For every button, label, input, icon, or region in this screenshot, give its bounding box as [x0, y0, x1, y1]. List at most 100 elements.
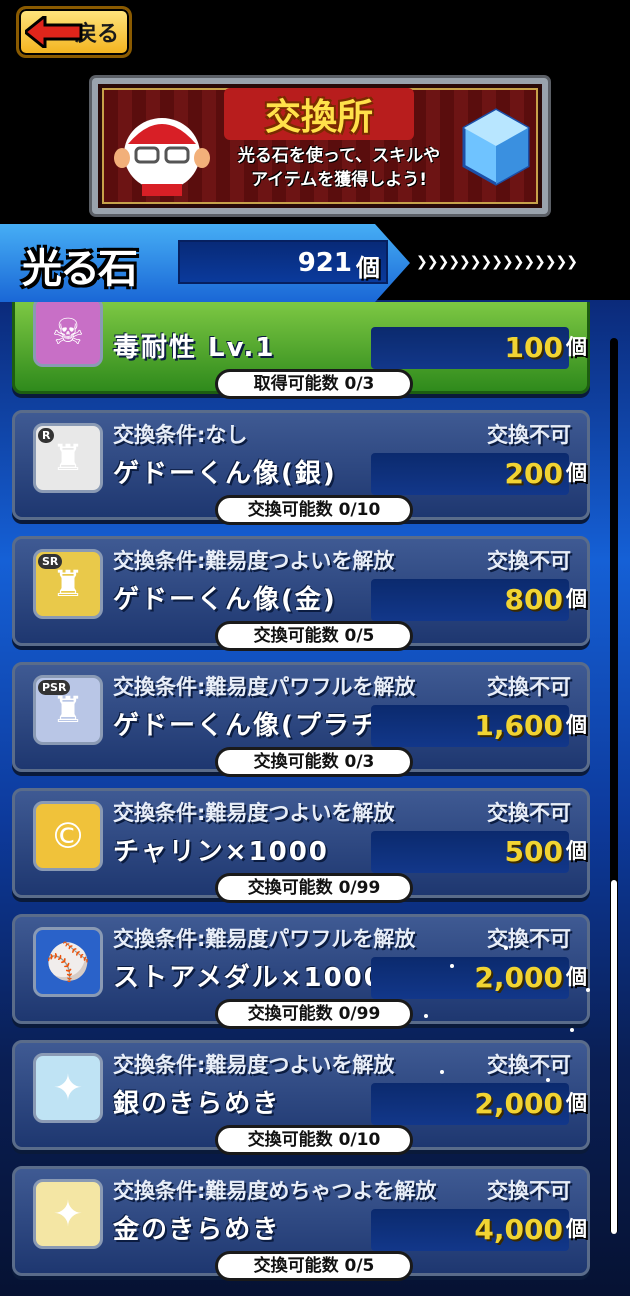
exchange-status: 交換不可 — [487, 801, 571, 825]
banner-title: 交換所 — [224, 88, 414, 140]
thumb-glyph: © — [50, 815, 86, 857]
sparkle — [424, 1014, 428, 1018]
rarity-tag: PSR — [38, 680, 71, 695]
exchange-list[interactable]: ☠ 毒耐性 Lv.1 100 個 取得可能数 0/3 R ♜ 交換条件:なし 交… — [0, 302, 600, 1296]
price-unit: 個 — [566, 1217, 587, 1241]
item-name: ゲドーくん像(銀) — [113, 459, 337, 489]
item-name: ストアメダル×1000 — [113, 963, 384, 993]
item-price: 100 — [504, 331, 563, 364]
sparkle — [546, 1078, 550, 1082]
skull-crossbones-icon: ☠ — [33, 302, 103, 367]
exchange-item-card[interactable]: R ♜ 交換条件:なし 交換不可 ゲドーくん像(銀) 200 個 交換可能数 0… — [12, 410, 590, 525]
item-name: 毒耐性 Lv.1 — [113, 333, 276, 363]
exchange-item-card[interactable]: © 交換条件:難易度つよいを解放 交換不可 チャリン×1000 500 個 交換… — [12, 788, 590, 903]
item-name: 銀のきらめき — [113, 1089, 281, 1119]
exchange-item-card[interactable]: PSR ♜ 交換条件:難易度パワフルを解放 交換不可 ゲドーくん像(プラチナ) … — [12, 662, 590, 777]
exchange-limit-badge: 交換可能数 0/5 — [215, 1251, 413, 1281]
exchange-condition: 交換条件:難易度パワフルを解放 — [113, 927, 416, 951]
exchange-limit-badge: 交換可能数 0/3 — [215, 747, 413, 777]
exchange-status: 交換不可 — [487, 549, 571, 573]
price-unit: 個 — [566, 335, 587, 359]
price-unit: 個 — [566, 965, 587, 989]
item-price: 800 — [504, 583, 563, 616]
exchange-limit-badge: 交換可能数 0/99 — [215, 873, 413, 903]
exchange-condition: 交換条件:難易度パワフルを解放 — [113, 675, 416, 699]
back-button[interactable]: 戻る — [16, 6, 132, 58]
item-price: 1,600 — [474, 709, 563, 742]
price-box: 1,600 — [371, 705, 569, 747]
exchange-status: 交換不可 — [487, 1053, 571, 1077]
banner-subtitle-line2: アイテムを獲得しよう! — [250, 170, 428, 190]
exchange-item-card[interactable]: ✦ 交換条件:難易度めちゃつよを解放 交換不可 金のきらめき 4,000 個 交… — [12, 1166, 590, 1281]
exchange-limit-badge: 交換可能数 0/10 — [215, 495, 413, 525]
rarity-tag: SR — [38, 554, 63, 569]
price-unit: 個 — [566, 713, 587, 737]
gold-kirameki-icon: ✦ — [33, 1179, 103, 1249]
thumb-glyph: ☠ — [51, 311, 85, 353]
exchange-condition: 交換条件:難易度めちゃつよを解放 — [113, 1179, 437, 1203]
currency-label: 光る石 — [22, 246, 138, 292]
currency-amount: 921 — [297, 248, 352, 278]
exchange-item-card[interactable]: ☠ 毒耐性 Lv.1 100 個 取得可能数 0/3 — [12, 302, 590, 399]
price-unit: 個 — [566, 587, 587, 611]
exchange-item-card[interactable]: ✦ 交換条件:難易度つよいを解放 交換不可 銀のきらめき 2,000 個 交換可… — [12, 1040, 590, 1155]
sparkle — [440, 1070, 444, 1074]
price-box: 4,000 — [371, 1209, 569, 1251]
price-unit: 個 — [566, 461, 587, 485]
price-box: 200 — [371, 453, 569, 495]
price-box: 800 — [371, 579, 569, 621]
exchange-banner: 交換所 光る石を使って、スキルや アイテムを獲得しよう! — [92, 78, 548, 214]
sparkle — [504, 946, 508, 950]
exchange-condition: 交換条件:難易度つよいを解放 — [113, 801, 395, 825]
exchange-item-card[interactable]: SR ♜ 交換条件:難易度つよいを解放 交換不可 ゲドーくん像(金) 800 個… — [12, 536, 590, 651]
thumb-glyph: ✦ — [52, 1067, 84, 1109]
gedo-statue-gold-icon: SR ♜ — [33, 549, 103, 619]
exchange-status: 交換不可 — [487, 927, 571, 951]
item-price: 200 — [504, 457, 563, 490]
silver-kirameki-icon: ✦ — [33, 1053, 103, 1123]
banner-subtitle-line1: 光る石を使って、スキルや — [237, 146, 441, 166]
exchange-status: 交換不可 — [487, 1179, 571, 1203]
thumb-glyph: ♜ — [51, 437, 85, 479]
thumb-glyph: ♜ — [51, 689, 85, 731]
exchange-limit-badge: 取得可能数 0/3 — [215, 369, 413, 399]
exchange-condition: 交換条件:なし — [113, 423, 248, 447]
item-name: ゲドーくん像(金) — [113, 585, 337, 615]
item-price: 4,000 — [474, 1213, 563, 1246]
banner-subtitle: 光る石を使って、スキルや アイテムを獲得しよう! — [204, 144, 474, 192]
mascot-icon — [114, 118, 210, 196]
thumb-glyph: ⚾ — [45, 942, 91, 983]
item-price: 2,000 — [474, 1087, 563, 1120]
charin-coin-icon: © — [33, 801, 103, 871]
price-box: 100 — [371, 327, 569, 369]
exchange-limit-badge: 交換可能数 0/99 — [215, 999, 413, 1029]
currency-bar: 光る石 921 個 ❯❯❯❯❯❯❯❯❯❯❯❯❯❯❯ — [0, 224, 630, 302]
sparkle — [450, 964, 454, 968]
exchange-item-card[interactable]: ⚾ 交換条件:難易度パワフルを解放 交換不可 ストアメダル×1000 2,000… — [12, 914, 590, 1029]
sparkle — [586, 988, 590, 992]
price-unit: 個 — [566, 839, 587, 863]
price-unit: 個 — [566, 1091, 587, 1115]
item-name: 金のきらめき — [113, 1215, 281, 1245]
thumb-glyph: ✦ — [52, 1193, 84, 1235]
gedo-statue-silver-icon: R ♜ — [33, 423, 103, 493]
exchange-status: 交換不可 — [487, 423, 571, 447]
item-price: 500 — [504, 835, 563, 868]
scrollbar-thumb[interactable] — [611, 880, 617, 1234]
item-name: チャリン×1000 — [113, 837, 329, 867]
price-box: 2,000 — [371, 957, 569, 999]
crystal-icon — [462, 108, 530, 186]
exchange-status: 交換不可 — [487, 675, 571, 699]
banner-panel: 交換所 光る石を使って、スキルや アイテムを獲得しよう! — [102, 88, 538, 204]
exchange-limit-badge: 交換可能数 0/10 — [215, 1125, 413, 1155]
gedo-statue-platinum-icon: PSR ♜ — [33, 675, 103, 745]
currency-count-box: 921 個 — [178, 240, 388, 284]
item-price: 2,000 — [474, 961, 563, 994]
currency-unit: 個 — [356, 254, 380, 282]
exchange-condition: 交換条件:難易度つよいを解放 — [113, 549, 395, 573]
price-box: 500 — [371, 831, 569, 873]
sparkle — [570, 1028, 574, 1032]
chevron-strip: ❯❯❯❯❯❯❯❯❯❯❯❯❯❯❯ — [416, 254, 578, 270]
price-box: 2,000 — [371, 1083, 569, 1125]
store-medal-icon: ⚾ — [33, 927, 103, 997]
